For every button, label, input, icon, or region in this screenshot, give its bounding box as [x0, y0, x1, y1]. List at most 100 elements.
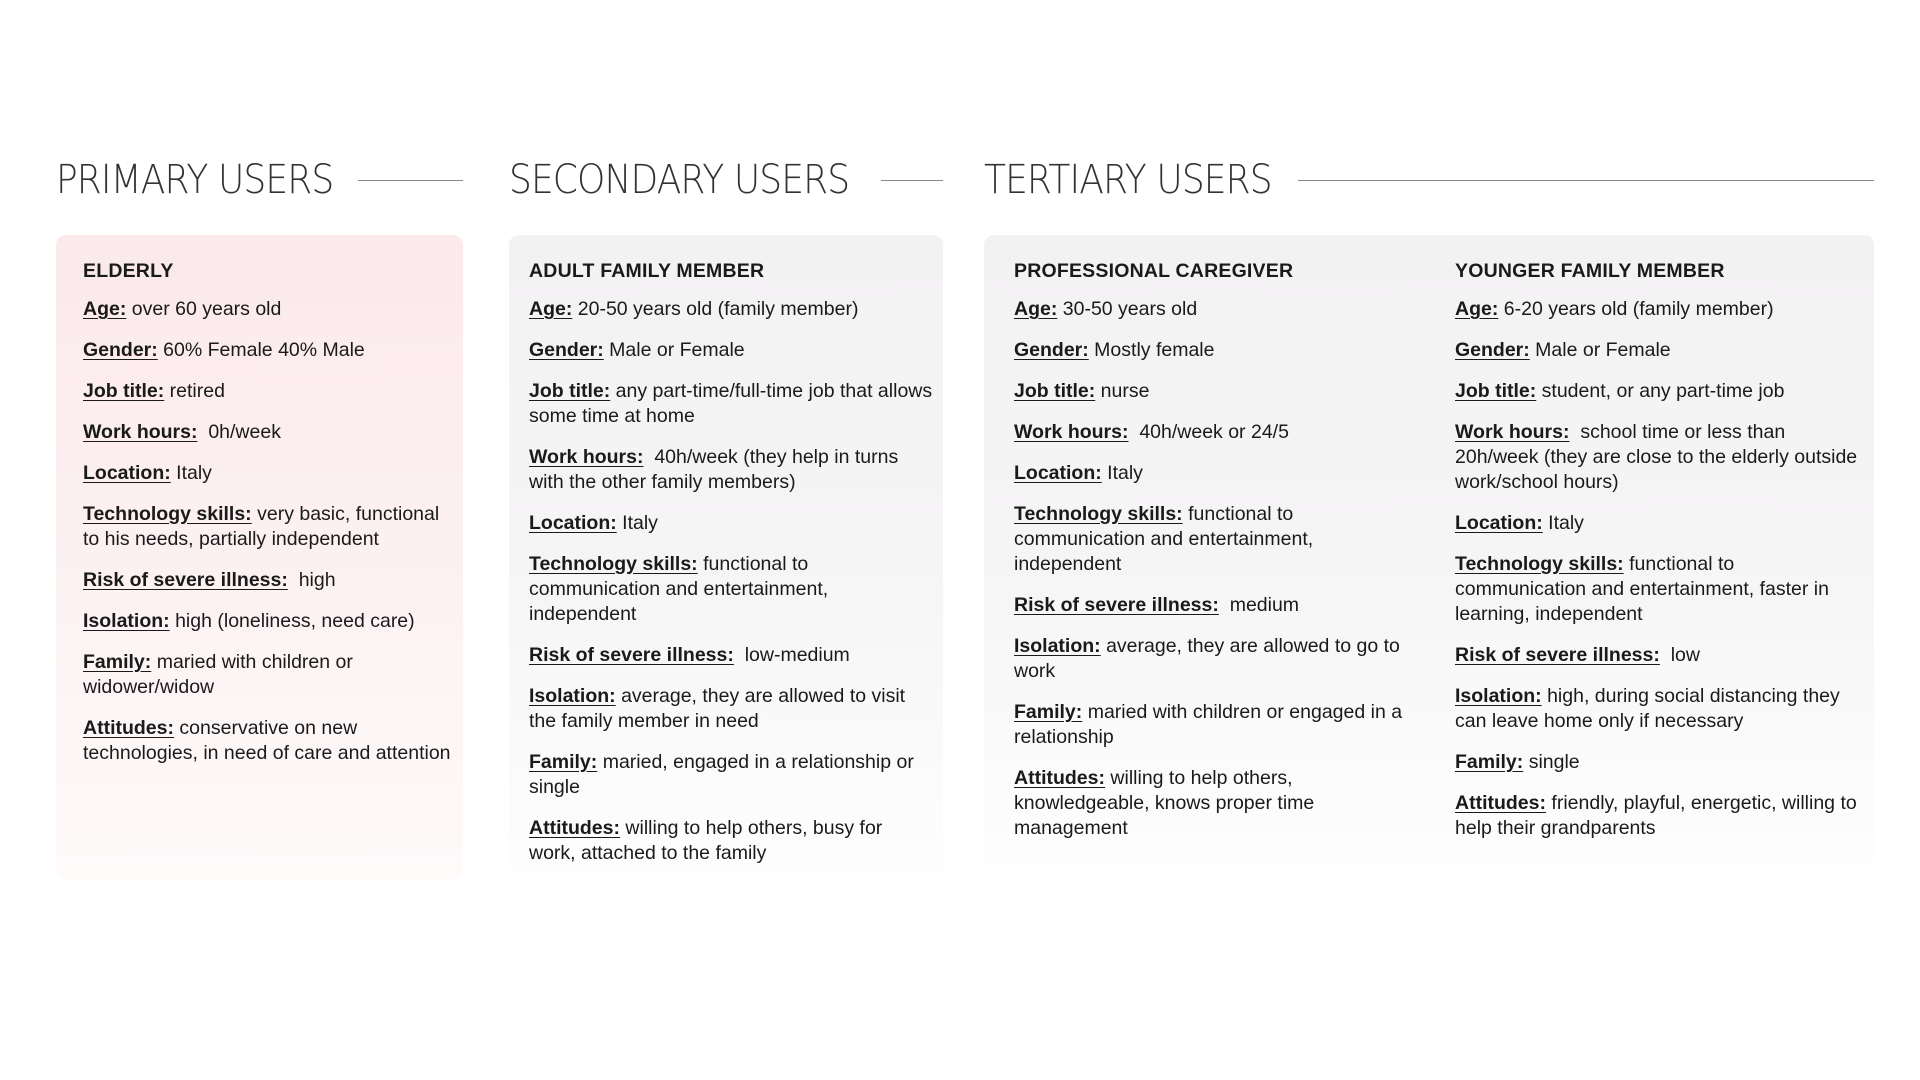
field-label: Family: [1014, 701, 1083, 723]
persona-field: Attitudes: conservative on new technolog… [83, 716, 453, 766]
persona-field: Risk of severe illness: low-medium [529, 643, 934, 668]
persona-field: Age: 6-20 years old (family member) [1455, 297, 1860, 322]
field-value: nurse [1095, 380, 1150, 402]
adult-family-member-card: ADULT FAMILY MEMBER Age: 20-50 years old … [509, 235, 943, 890]
persona-field: Gender: 60% Female 40% Male [83, 338, 453, 363]
persona-field: Family: maried with children or engaged … [1014, 700, 1414, 750]
field-label: Work hours: [83, 421, 198, 443]
field-label: Attitudes: [1455, 792, 1546, 814]
persona-field: Job title: retired [83, 379, 453, 404]
persona-field: Risk of severe illness: medium [1014, 593, 1414, 618]
field-label: Risk of severe illness: [529, 644, 734, 666]
persona-title: PROFESSIONAL CAREGIVER [1014, 260, 1294, 282]
field-value: low-medium [733, 644, 850, 666]
field-label: Risk of severe illness: [1455, 644, 1660, 666]
field-label: Attitudes: [1014, 767, 1105, 789]
field-value: Male or Female [603, 339, 745, 361]
field-label: Age: [1455, 298, 1499, 320]
field-value: 20-50 years old (family member) [572, 298, 859, 320]
field-label: Technology skills: [529, 553, 698, 575]
secondary-users-header: SECONDARY USERS [509, 155, 943, 205]
persona-field: Attitudes: willing to help others, knowl… [1014, 766, 1414, 841]
persona-field: Work hours: 40h/week (they help in turns… [529, 445, 934, 495]
field-label: Work hours: [1014, 421, 1129, 443]
field-label: Age: [83, 298, 127, 320]
tertiary-users-section: TERTIARY USERS PROFESSIONAL CAREGIVER Age… [984, 155, 1874, 880]
tertiary-users-header: TERTIARY USERS [984, 155, 1874, 205]
field-value: over 60 years old [126, 298, 282, 320]
professional-caregiver-column: PROFESSIONAL CAREGIVER Age: 30-50 years o… [1014, 235, 1414, 857]
field-value: high [287, 569, 336, 591]
field-label: Risk of severe illness: [83, 569, 288, 591]
persona-title: YOUNGER FAMILY MEMBER [1455, 260, 1725, 282]
persona-field: Isolation: high (loneliness, need care) [83, 609, 453, 634]
primary-users-section: PRIMARY USERS ELDERLY Age: over 60 years … [56, 155, 463, 880]
field-value: 6-20 years old (family member) [1498, 298, 1774, 320]
primary-users-rule [358, 179, 463, 181]
field-label: Family: [83, 651, 152, 673]
secondary-users-title: SECONDARY USERS [509, 157, 850, 203]
field-value: Male or Female [1529, 339, 1671, 361]
field-label: Attitudes: [529, 817, 620, 839]
persona-field: Gender: Mostly female [1014, 338, 1414, 363]
field-label: Gender: [529, 339, 604, 361]
tertiary-users-title: TERTIARY USERS [984, 157, 1273, 203]
persona-field: Technology skills: very basic, functiona… [83, 502, 453, 552]
persona-field: Location: Italy [1455, 511, 1860, 536]
field-label: Location: [83, 462, 171, 484]
field-value: 30-50 years old [1057, 298, 1198, 320]
persona-field: Gender: Male or Female [529, 338, 934, 363]
persona-field: Gender: Male or Female [1455, 338, 1860, 363]
tertiary-users-rule [1297, 179, 1874, 181]
field-value: Italy [1542, 512, 1584, 534]
persona-field: Isolation: high, during social distancin… [1455, 684, 1860, 734]
field-label: Isolation: [83, 610, 170, 632]
field-value: student, or any part-time job [1536, 380, 1785, 402]
persona-field: Job title: student, or any part-time job [1455, 379, 1860, 404]
field-label: Risk of severe illness: [1014, 594, 1219, 616]
field-label: Isolation: [529, 685, 616, 707]
field-value: Mostly female [1088, 339, 1215, 361]
persona-field: Isolation: average, they are allowed to … [529, 684, 934, 734]
persona-field: Attitudes: willing to help others, busy … [529, 816, 934, 866]
field-label: Job title: [1455, 380, 1537, 402]
elderly-card: ELDERLY Age: over 60 years old Gender: 60%… [56, 235, 463, 880]
persona-field: Age: over 60 years old [83, 297, 453, 322]
field-label: Location: [1014, 462, 1102, 484]
field-label: Technology skills: [1014, 503, 1183, 525]
persona-field: Job title: nurse [1014, 379, 1414, 404]
elderly-column: ELDERLY Age: over 60 years old Gender: 60%… [83, 235, 453, 782]
persona-title: ELDERLY [83, 260, 174, 282]
field-label: Family: [1455, 751, 1524, 773]
field-label: Isolation: [1455, 685, 1542, 707]
tertiary-users-card: PROFESSIONAL CAREGIVER Age: 30-50 years o… [984, 235, 1874, 880]
persona-field: Family: maried with children or widower/… [83, 650, 453, 700]
field-label: Age: [1014, 298, 1058, 320]
field-label: Work hours: [1455, 421, 1570, 443]
persona-field: Isolation: average, they are allowed to … [1014, 634, 1414, 684]
persona-field: Age: 30-50 years old [1014, 297, 1414, 322]
primary-users-header: PRIMARY USERS [56, 155, 463, 205]
field-label: Work hours: [529, 446, 644, 468]
field-value: retired [164, 380, 225, 402]
field-value: Italy [170, 462, 212, 484]
field-label: Attitudes: [83, 717, 174, 739]
persona-field: Location: Italy [1014, 461, 1414, 486]
field-label: Gender: [1455, 339, 1530, 361]
field-label: Family: [529, 751, 598, 773]
persona-field: Job title: any part-time/full-time job t… [529, 379, 934, 429]
field-label: Technology skills: [83, 503, 252, 525]
field-value: medium [1218, 594, 1300, 616]
primary-users-title: PRIMARY USERS [56, 157, 334, 203]
persona-field: Technology skills: functional to communi… [529, 552, 934, 627]
field-label: Technology skills: [1455, 553, 1624, 575]
persona-field: Technology skills: functional to communi… [1014, 502, 1414, 577]
field-value: 40h/week or 24/5 [1128, 421, 1289, 443]
field-label: Job title: [1014, 380, 1096, 402]
field-label: Job title: [529, 380, 611, 402]
persona-field: Attitudes: friendly, playful, energetic,… [1455, 791, 1860, 841]
persona-field: Age: 20-50 years old (family member) [529, 297, 934, 322]
persona-field: Technology skills: functional to communi… [1455, 552, 1860, 627]
field-label: Isolation: [1014, 635, 1101, 657]
field-label: Job title: [83, 380, 165, 402]
